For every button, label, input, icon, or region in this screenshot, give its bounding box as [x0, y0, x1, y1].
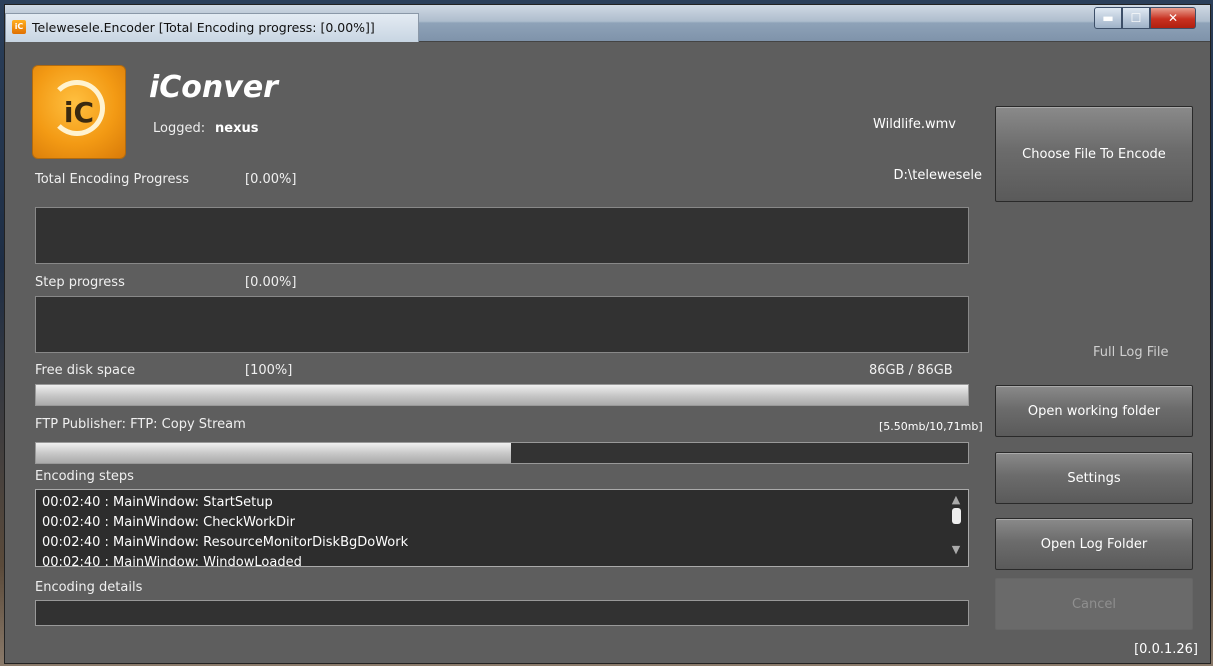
ftp-bar	[35, 442, 969, 464]
encoding-step-line: 00:02:40 : MainWindow: ResourceMonitorDi…	[42, 535, 409, 550]
total-progress-label: Total Encoding Progress	[35, 172, 190, 187]
cancel-button[interactable]: Cancel	[995, 578, 1193, 630]
encoding-step-line: 00:02:40 : MainWindow: WindowLoaded	[42, 555, 302, 567]
total-progress-value: [0.00%]	[245, 172, 297, 187]
open-working-folder-button[interactable]: Open working folder	[995, 385, 1193, 437]
title-tab: iC Telewesele.Encoder [Total Encoding pr…	[5, 13, 419, 42]
scroll-thumb[interactable]	[951, 508, 961, 524]
main-window: iC Telewesele.Encoder [Total Encoding pr…	[4, 4, 1211, 664]
version-label: [0.0.1.26]	[1134, 642, 1198, 657]
minimize-button[interactable]: ▬	[1094, 7, 1122, 29]
ftp-label: FTP Publisher: FTP: Copy Stream	[35, 417, 246, 432]
minimize-icon: ▬	[1102, 11, 1114, 25]
choose-file-button[interactable]: Choose File To Encode	[995, 106, 1193, 202]
app-logo: iC	[32, 65, 126, 159]
encoding-steps-label: Encoding steps	[35, 469, 134, 484]
ftp-size: [5.50mb/10,71mb]	[879, 420, 983, 433]
encoding-details-bar	[35, 600, 969, 626]
scroll-up-icon[interactable]: ▲	[950, 494, 962, 506]
encoding-steps-lines: 00:02:40 : MainWindow: StartSetup 00:02:4…	[36, 490, 968, 567]
full-log-link[interactable]: Full Log File	[1093, 345, 1168, 360]
maximize-button[interactable]: ☐	[1122, 7, 1150, 29]
total-progress-bar	[35, 207, 969, 264]
free-disk-label: Free disk space	[35, 363, 136, 378]
selected-file-name: Wildlife.wmv	[873, 117, 956, 132]
step-progress-value: [0.00%]	[245, 275, 297, 290]
close-icon: ✕	[1167, 11, 1179, 25]
step-progress-label: Step progress	[35, 275, 125, 290]
window-title: Telewesele.Encoder [Total Encoding progr…	[32, 20, 375, 35]
encoding-details-label: Encoding details	[35, 580, 143, 595]
app-icon: iC	[12, 20, 26, 34]
window-controls: ▬ ☐ ✕	[1094, 7, 1196, 29]
content-area: iC iConver Logged: nexus Wildlife.wmv D:…	[5, 42, 1210, 663]
free-disk-bar	[35, 384, 969, 406]
step-progress-bar	[35, 296, 969, 353]
logo-text: iC	[63, 96, 95, 129]
title-bar[interactable]: iC Telewesele.Encoder [Total Encoding pr…	[5, 5, 1210, 42]
free-disk-value: [100%]	[245, 363, 293, 378]
logged-label: Logged:	[153, 121, 206, 136]
scroll-down-icon[interactable]: ▼	[950, 544, 962, 556]
close-button[interactable]: ✕	[1150, 7, 1196, 29]
encoding-step-line: 00:02:40 : MainWindow: StartSetup	[42, 495, 273, 510]
steps-scrollbar[interactable]: ▲ ▼	[950, 494, 962, 560]
settings-button[interactable]: Settings	[995, 452, 1193, 504]
encoding-step-line: 00:02:40 : MainWindow: CheckWorkDir	[42, 515, 295, 530]
free-disk-size: 86GB / 86GB	[869, 363, 953, 378]
open-log-folder-button[interactable]: Open Log Folder	[995, 518, 1193, 570]
free-disk-fill	[36, 385, 968, 405]
logged-user: nexus	[215, 121, 259, 136]
ftp-fill	[36, 443, 512, 463]
maximize-icon: ☐	[1130, 11, 1142, 25]
app-name: iConver	[149, 70, 278, 105]
working-directory: D:\telewesele	[893, 168, 983, 183]
encoding-steps-list[interactable]: 00:02:40 : MainWindow: StartSetup 00:02:4…	[35, 489, 969, 567]
